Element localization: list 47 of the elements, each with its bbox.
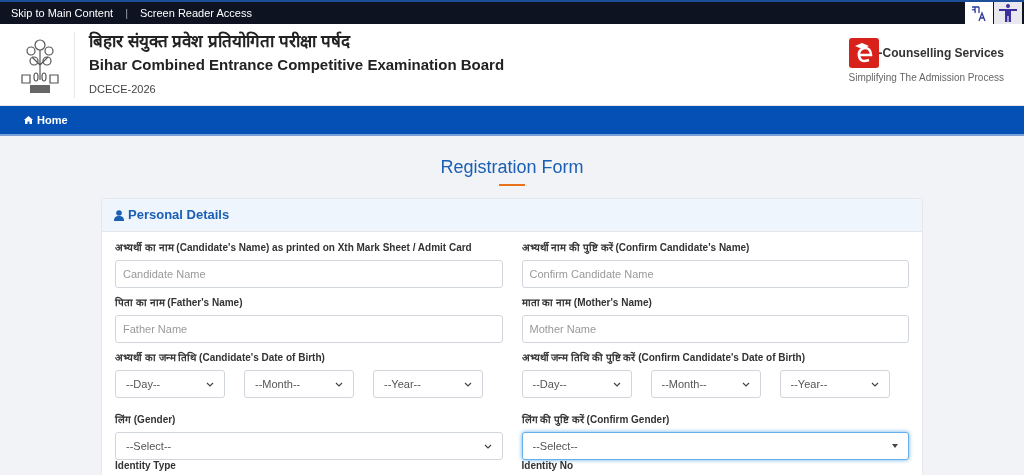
chevron-icon bbox=[483, 443, 492, 449]
field-label: Identity No bbox=[521, 460, 575, 472]
field-label: लिंग (Gender) bbox=[115, 414, 177, 426]
home-icon bbox=[24, 116, 33, 124]
user-icon bbox=[114, 209, 124, 221]
logo-icon bbox=[848, 38, 879, 68]
exam-subtitle: DCECE-2026 bbox=[89, 82, 157, 98]
brand-tagline: Simplifying The Admission Process bbox=[848, 71, 1004, 85]
brand-name: -Counselling Services bbox=[878, 45, 1004, 62]
text-field[interactable]: Confirm Candidate Name bbox=[521, 260, 909, 288]
separator: | bbox=[125, 5, 128, 21]
text-field[interactable]: Father Name bbox=[115, 315, 503, 343]
field-label: अभ्यर्थी का जन्म तिथि (Candidate's Date of Birth) bbox=[115, 352, 326, 364]
field-label: पिता का नाम (Father's Name) bbox=[115, 297, 244, 309]
field-label: अभ्यर्थी नाम की पुष्टि करें (Confirm Candidate's Name) bbox=[521, 242, 751, 254]
text-field[interactable]: Mother Name bbox=[521, 315, 909, 343]
field-label: अभ्यर्थी का नाम (Candidate's Name) as printed on Xth Mark Sheet / Admit Card bbox=[115, 242, 473, 254]
board-title-hindi: बिहार संयुक्त प्रवेश प्रतियोगिता परीक्षा पर्षद bbox=[89, 31, 352, 54]
chevron-icon bbox=[870, 381, 879, 387]
date-dropdown[interactable]: --Month-- bbox=[650, 370, 761, 398]
field-label: अभ्यर्थी जन्म तिथि की पुष्टि करें (Confirm Candidate's Date of Birth) bbox=[521, 352, 806, 364]
date-dropdown[interactable]: --Month-- bbox=[244, 370, 354, 398]
gender-dropdown[interactable]: --Select-- bbox=[521, 432, 909, 460]
chevron-icon bbox=[612, 381, 621, 387]
section-title: Personal Details bbox=[128, 206, 230, 225]
text-field[interactable]: Candidate Name bbox=[115, 260, 503, 288]
date-dropdown[interactable]: --Year-- bbox=[779, 370, 890, 398]
chevron-icon bbox=[741, 381, 750, 387]
chevron-icon bbox=[335, 381, 343, 387]
chevron-icon bbox=[464, 381, 472, 387]
skip-link[interactable]: Skip to Main Content bbox=[11, 4, 114, 22]
language-icon[interactable] bbox=[965, 2, 993, 24]
chevron-icon bbox=[206, 381, 214, 387]
date-dropdown[interactable]: --Day-- bbox=[115, 370, 225, 398]
field-label: Identity Type bbox=[115, 460, 177, 472]
home-link[interactable]: Home bbox=[24, 111, 68, 129]
board-title: Bihar Combined Entrance Competitive Examination Board bbox=[89, 55, 505, 76]
accessibility-icon[interactable] bbox=[994, 2, 1022, 24]
date-dropdown[interactable]: --Year-- bbox=[373, 370, 483, 398]
screen-reader-link[interactable]: Screen Reader Access bbox=[140, 4, 252, 22]
date-dropdown[interactable]: --Day-- bbox=[521, 370, 632, 398]
title-underline bbox=[499, 184, 525, 186]
field-label: लिंग की पुष्टि करें (Confirm Gender) bbox=[521, 414, 671, 426]
field-label: माता का नाम (Mother's Name) bbox=[521, 297, 653, 309]
caret-icon bbox=[892, 444, 898, 448]
gender-dropdown[interactable]: --Select-- bbox=[115, 432, 503, 460]
page-title: Registration Form bbox=[440, 156, 584, 179]
